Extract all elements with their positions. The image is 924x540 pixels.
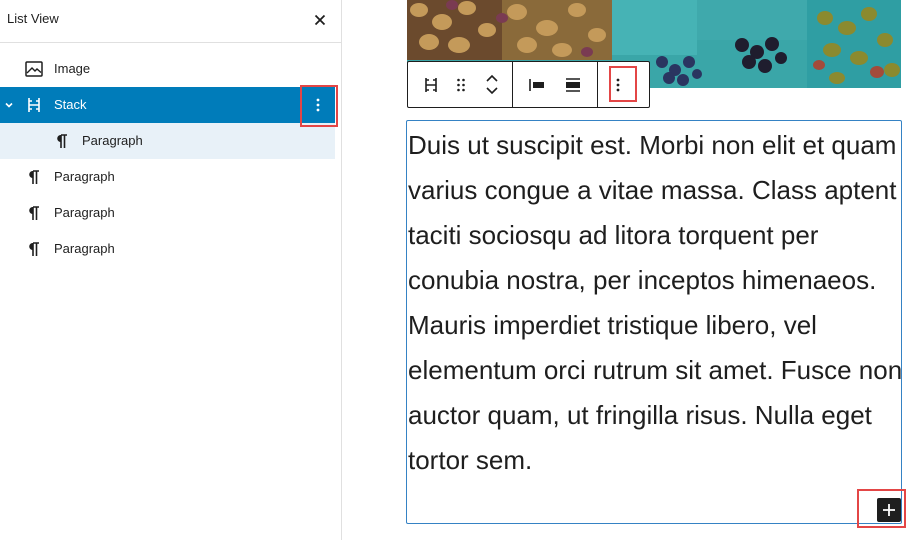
tree-item-label: Paragraph [54,241,115,256]
block-tree: Image Stack Paragraph Paragraph Paragrap… [0,51,336,267]
list-view-title: List View [7,11,59,26]
highlight-box [609,66,637,102]
justify-left-icon [529,78,544,91]
tree-item-paragraph[interactable]: Paragraph [0,195,335,231]
justify-button[interactable] [519,67,555,103]
stack-icon [25,96,43,114]
list-view-header: List View [0,0,341,43]
drag-handle[interactable] [448,67,474,103]
close-button[interactable] [306,6,334,34]
close-icon [314,14,326,26]
toolbar-group-parent [408,62,513,107]
align-center-icon [566,77,580,92]
list-view-panel: List View Image Stack Paragraph Paragrap… [0,0,342,540]
tree-item-label: Image [54,61,91,76]
paragraph-icon [24,240,42,258]
image-icon [25,60,43,78]
block-type-button[interactable] [414,67,448,103]
paragraph-icon [52,132,70,150]
chevron-up-icon [486,74,498,82]
drag-handle-icon [457,78,465,91]
tree-item-paragraph[interactable]: Paragraph [0,123,335,159]
editor-screen: List View Image Stack Paragraph Paragrap… [0,0,924,540]
highlight-box [300,85,338,127]
highlight-box [857,489,906,528]
tree-item-stack[interactable]: Stack [0,87,335,123]
tree-item-image[interactable]: Image [0,51,335,87]
paragraph-block[interactable]: Duis ut suscipit est. Morbi non elit et … [406,120,902,524]
toolbar-group-alignment [513,62,598,107]
stack-icon [425,77,437,92]
vertical-align-button[interactable] [555,67,591,103]
chevron-down-icon [486,87,498,95]
tree-item-label: Paragraph [82,133,143,148]
tree-item-label: Paragraph [54,169,115,184]
tree-item-paragraph[interactable]: Paragraph [0,159,335,195]
chevron-down-icon[interactable] [3,99,15,111]
tree-item-label: Paragraph [54,205,115,220]
paragraph-icon [24,168,42,186]
tree-item-paragraph[interactable]: Paragraph [0,231,335,267]
paragraph-text[interactable]: Duis ut suscipit est. Morbi non elit et … [408,123,908,483]
move-buttons[interactable] [474,67,510,103]
paragraph-icon [24,204,42,222]
tree-item-label: Stack [54,97,87,112]
